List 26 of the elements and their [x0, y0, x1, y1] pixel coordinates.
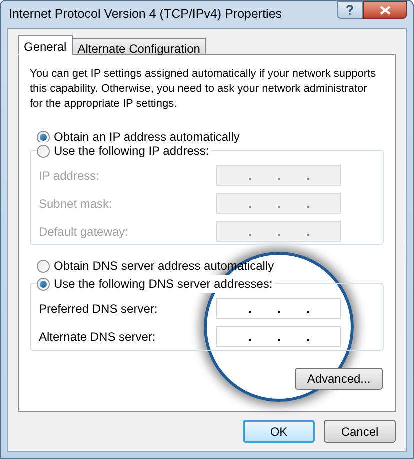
help-button[interactable] [337, 1, 363, 19]
close-button[interactable] [363, 1, 407, 19]
help-icon [346, 4, 354, 16]
field-label: Default gateway: [39, 224, 130, 240]
tab[interactable]: Alternate Configuration [72, 38, 206, 55]
ip-address-field[interactable] [216, 221, 341, 242]
radio-label[interactable]: Use the following DNS server addresses: [54, 275, 273, 293]
ip-address-field[interactable] [216, 298, 341, 319]
close-icon [380, 6, 390, 14]
window-title: Internet Protocol Version 4 (TCP/IPv4) Properties [9, 6, 282, 24]
radio-button[interactable] [37, 260, 50, 272]
dialog-button[interactable]: OK [243, 420, 315, 443]
description-text: You can get IP settings assigned automatically if your network supports this capability. Otherwise, you need to ask your network administrator for the appropriate IP settings. [30, 67, 378, 112]
field-label: Preferred DNS server: [39, 300, 159, 318]
ip-address-field[interactable] [216, 193, 341, 214]
tab[interactable]: General [18, 35, 73, 55]
advanced-button[interactable]: Advanced... [295, 368, 383, 390]
radio-button[interactable] [37, 278, 50, 290]
radio-button[interactable] [37, 144, 50, 158]
field-label: Subnet mask: [39, 196, 114, 212]
field-label: IP address: [39, 168, 100, 184]
dialog-button[interactable]: Cancel [324, 420, 396, 443]
ip-address-field[interactable] [216, 326, 341, 347]
radio-button[interactable] [37, 130, 50, 144]
ip-address-field[interactable] [216, 165, 341, 186]
field-label: Alternate DNS server: [39, 328, 157, 346]
